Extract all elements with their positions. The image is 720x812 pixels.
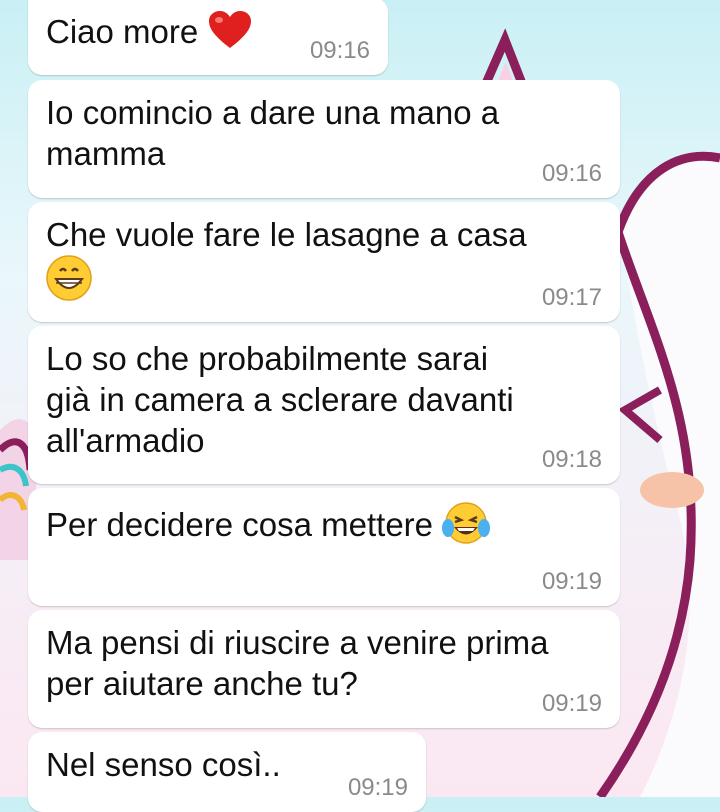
- message-time: 09:19: [541, 568, 602, 595]
- message-text: Che vuole fare le lasagne a casa: [46, 214, 602, 310]
- message-bubble[interactable]: Lo so che probabilmente sarai già in cam…: [28, 326, 620, 484]
- message-text: Lo so che probabilmente sarai già in cam…: [46, 340, 514, 459]
- message-text: Io comincio a dare una mano a mamma: [46, 94, 500, 172]
- message-time: 09:16: [309, 37, 370, 64]
- message-bubble[interactable]: Nel senso così.. 09:19: [28, 732, 426, 812]
- message-bubble[interactable]: Ma pensi di riuscire a venire prima per …: [28, 610, 620, 728]
- message-time: 09:16: [541, 160, 602, 187]
- message-bubble[interactable]: Io comincio a dare una mano a mamma 09:1…: [28, 80, 620, 198]
- message-bubble[interactable]: Che vuole fare le lasagne a casa 09:17: [28, 202, 620, 322]
- message-bubble[interactable]: Per decidere cosa mettere 09:19: [28, 488, 620, 606]
- message-time: 09:17: [541, 284, 602, 311]
- message-bubble[interactable]: Ciao more 09:16: [28, 0, 388, 75]
- message-time: 09:19: [347, 774, 408, 801]
- message-time: 09:19: [541, 690, 602, 717]
- heart-icon: [207, 10, 253, 59]
- grinning-face-icon: [46, 255, 92, 310]
- message-text: Ma pensi di riuscire a venire prima per …: [46, 624, 549, 702]
- tears-of-joy-icon: [442, 500, 491, 555]
- message-text: Per decidere cosa mettere: [46, 500, 602, 555]
- message-time: 09:18: [541, 446, 602, 473]
